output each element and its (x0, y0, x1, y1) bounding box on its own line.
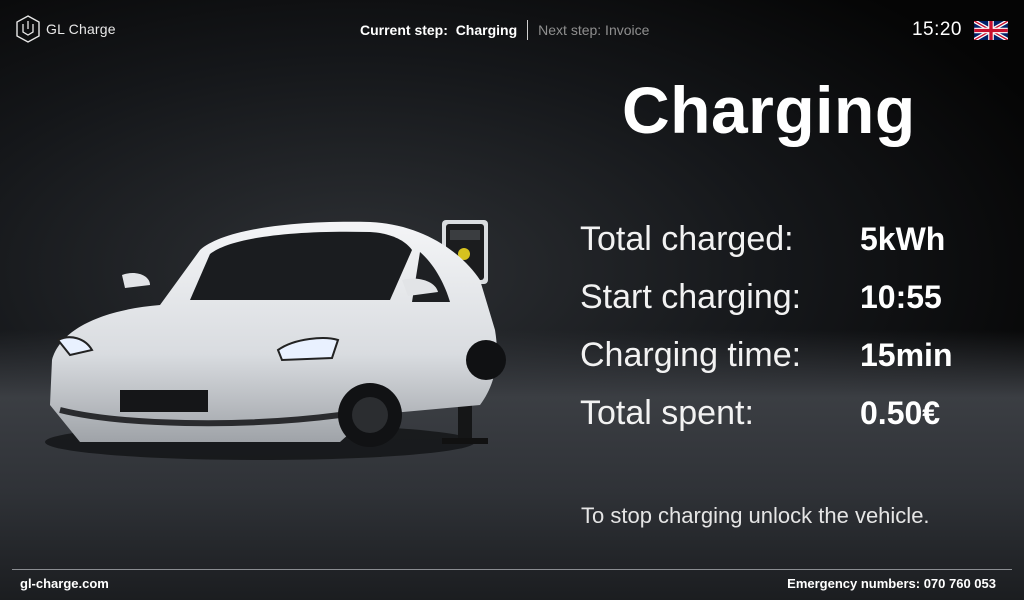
brand-logo: GL Charge (16, 15, 116, 43)
stat-value: 10:55 (860, 278, 942, 315)
current-step: Current step: Charging (360, 22, 517, 38)
top-bar: GL Charge Current step: Charging Next st… (0, 0, 1024, 60)
uk-flag-icon[interactable] (974, 21, 1008, 40)
stat-total-charged: Total charged: 5kWh (580, 210, 1000, 268)
clock: 15:20 (911, 19, 962, 40)
current-step-value: Charging (455, 22, 518, 38)
charging-stats: Total charged: 5kWh Start charging: 10:5… (580, 210, 1000, 442)
stat-value: 15min (860, 336, 953, 373)
stat-total-spent: Total spent: 0.50€ (580, 384, 1000, 442)
stop-charging-hint: To stop charging unlock the vehicle. (581, 503, 930, 528)
progress-steps: Current step: Charging Next step: Invoic… (360, 20, 649, 40)
next-step: Next step: Invoice (538, 22, 650, 38)
stat-charging-time: Charging time: 15min (580, 326, 1000, 384)
gl-charge-logo-icon (16, 15, 40, 43)
stat-start-charging: Start charging: 10:55 (580, 268, 1000, 326)
website-link: gl-charge.com (20, 576, 109, 591)
stat-label: Start charging: (580, 277, 802, 316)
step-divider (527, 20, 529, 40)
stat-label: Total spent: (580, 393, 754, 432)
emergency-numbers: Emergency numbers: 070 760 053 (787, 576, 996, 591)
stat-label: Total charged: (580, 219, 794, 258)
car-charging-illustration (45, 220, 506, 460)
brand-name: GL Charge (46, 21, 116, 37)
footer-divider (12, 569, 1012, 570)
stat-value: 5kWh (860, 220, 946, 257)
stat-label: Charging time: (580, 335, 802, 374)
current-step-label: Current step: (360, 22, 448, 38)
page-title: Charging (622, 73, 916, 147)
stat-value: 0.50€ (860, 394, 941, 431)
